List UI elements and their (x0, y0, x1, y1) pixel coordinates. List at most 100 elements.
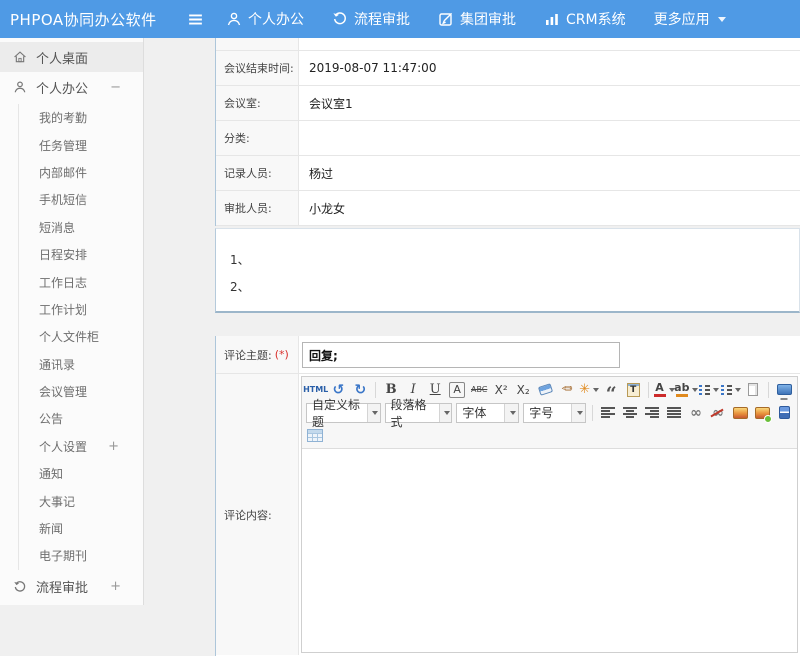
align-right-button (645, 406, 659, 419)
align-justify-button[interactable] (664, 403, 684, 423)
sidebar-item[interactable]: 大事记 (19, 487, 143, 514)
align-center-button[interactable] (620, 403, 640, 423)
image-icon[interactable] (730, 403, 750, 423)
font-border-button[interactable]: A (449, 382, 465, 398)
sidebar-item-personal-office[interactable]: 个人办公− (0, 72, 143, 102)
nav-label: 个人办公 (248, 9, 304, 29)
sidebar-item-label: 内部邮件 (39, 164, 87, 181)
align-left-button[interactable] (598, 403, 618, 423)
sidebar-item[interactable]: 通讯录 (19, 351, 143, 378)
home-icon (12, 50, 28, 64)
link-icon[interactable]: ∞ (686, 403, 706, 423)
sidebar-sub-list: 我的考勤任务管理内部邮件手机短信短消息日程安排工作日志工作计划个人文件柜通讯录会… (18, 104, 143, 570)
table-row: 会议结束时间:2019-08-07 11:47:00 (216, 51, 800, 86)
nav-more-apps[interactable]: 更多应用 (640, 0, 740, 38)
subscript-button[interactable]: X₂ (513, 380, 533, 400)
sidebar-item[interactable]: 手机短信 (19, 186, 143, 213)
sidebar-item[interactable]: 短消息 (19, 214, 143, 241)
chevron-down-icon[interactable] (571, 404, 585, 422)
blockquote-button[interactable]: “ (601, 380, 621, 400)
undo-icon[interactable]: ↺ (328, 380, 348, 400)
strikethrough-button[interactable]: ABC (469, 380, 489, 400)
editor-toolbar: HTML↺↻BIUAABCX²X₂✏✳“TAab 自定义标题段落格式字体字号∞∞ (302, 377, 797, 449)
table-row (216, 38, 800, 51)
sidebar-item[interactable]: 工作日志 (19, 268, 143, 295)
collapse-icon[interactable]: − (110, 80, 121, 95)
sidebar-item-label: 工作计划 (39, 301, 87, 318)
insert-image-icon[interactable] (752, 403, 772, 423)
nav-group-approval[interactable]: 集团审批 (424, 0, 530, 38)
menu-toggle-button[interactable] (178, 11, 212, 28)
align-justify-button (667, 406, 681, 419)
unordered-list-button[interactable] (721, 380, 741, 400)
sidebar-item[interactable]: 内部邮件 (19, 159, 143, 186)
sidebar-item[interactable]: 我的考勤 (19, 104, 143, 131)
chevron-down-icon[interactable] (439, 404, 452, 422)
font-color-button[interactable]: A (654, 380, 674, 400)
redo-icon[interactable]: ↻ (350, 380, 370, 400)
nav-personal-office[interactable]: 个人办公 (212, 0, 318, 38)
paragraph-format-select[interactable]: 段落格式 (385, 403, 453, 423)
insert-image-icon (755, 407, 770, 419)
eraser-icon[interactable] (535, 380, 555, 400)
paste-as-text-icon: T (627, 383, 640, 397)
sidebar-item-label: 手机短信 (39, 191, 87, 208)
sidebar-item[interactable]: 会议管理 (19, 378, 143, 405)
topbar-nav: 个人办公流程审批集团审批 CRM系统更多应用 (212, 0, 740, 38)
sidebar-item[interactable]: 通知 (19, 460, 143, 487)
sidebar-item[interactable]: 日程安排 (19, 241, 143, 268)
sidebar-item-label: 日程安排 (39, 246, 87, 263)
sidebar-item-workflow-approval[interactable]: 流程审批 + (0, 572, 143, 602)
sidebar-item[interactable]: 工作计划 (19, 296, 143, 323)
media-icon[interactable] (774, 403, 794, 423)
new-document-icon[interactable] (743, 380, 763, 400)
sidebar-item-label: 个人桌面 (36, 48, 88, 67)
sidebar-item[interactable]: 公告 (19, 405, 143, 432)
nav-label: CRM系统 (566, 9, 626, 29)
unlink-icon[interactable]: ∞ (708, 403, 728, 423)
chevron-down-icon[interactable] (504, 404, 518, 422)
align-right-button[interactable] (642, 403, 662, 423)
html-source-button[interactable]: HTML (305, 380, 326, 400)
history-icon (332, 11, 348, 27)
ordered-list-button[interactable] (699, 380, 719, 400)
sidebar-item-label: 通讯录 (39, 356, 75, 373)
editor-content-area[interactable] (302, 449, 797, 652)
edit-icon (438, 11, 454, 27)
font-family-select[interactable]: 字体 (456, 403, 519, 423)
comment-subject-input[interactable] (302, 342, 620, 368)
sidebar-item-label: 短消息 (39, 219, 75, 236)
nav-crm-system[interactable]: CRM系统 (530, 0, 640, 38)
table-icon[interactable] (305, 426, 325, 446)
autotypeset-icon[interactable]: ✳ (579, 380, 599, 400)
sidebar-item[interactable]: 电子期刊 (19, 542, 143, 569)
highlight-color-button[interactable]: ab (676, 380, 697, 400)
format-brush-icon[interactable]: ✏ (557, 380, 577, 400)
bold-button[interactable]: B (381, 380, 401, 400)
sidebar-item[interactable]: 任务管理 (19, 131, 143, 158)
font-size-select[interactable]: 字号 (523, 403, 586, 423)
align-center-button (623, 406, 637, 419)
paste-as-text-icon[interactable]: T (623, 380, 643, 400)
field-label: 会议结束时间: (216, 51, 299, 85)
sidebar-item[interactable]: 个人文件柜 (19, 323, 143, 350)
expand-icon[interactable]: + (110, 579, 121, 594)
custom-title-select[interactable]: 自定义标题 (306, 403, 381, 423)
superscript-button[interactable]: X² (491, 380, 511, 400)
comment-form-table: 评论主题: (*) 评论内容: HTML↺↻BIUAABCX²X₂✏✳“TAab… (215, 336, 800, 656)
sidebar-item[interactable]: 新闻 (19, 515, 143, 542)
nav-workflow-approval[interactable]: 流程审批 (318, 0, 424, 38)
field-value: 杨过 (299, 156, 800, 190)
image-icon (733, 407, 748, 419)
unordered-list-button (721, 384, 732, 396)
underline-button[interactable]: U (425, 380, 445, 400)
chevron-down-icon[interactable] (367, 404, 379, 422)
toolbar-separator (648, 382, 649, 398)
sidebar-item-personal-desktop[interactable]: 个人桌面 (0, 42, 143, 72)
chart-icon (544, 11, 560, 27)
sidebar-item-label: 流程审批 (36, 577, 88, 596)
expand-icon[interactable]: + (108, 439, 119, 454)
sidebar-item[interactable]: 个人设置+ (19, 433, 143, 460)
italic-button[interactable]: I (403, 380, 423, 400)
fullscreen-icon[interactable] (774, 380, 794, 400)
